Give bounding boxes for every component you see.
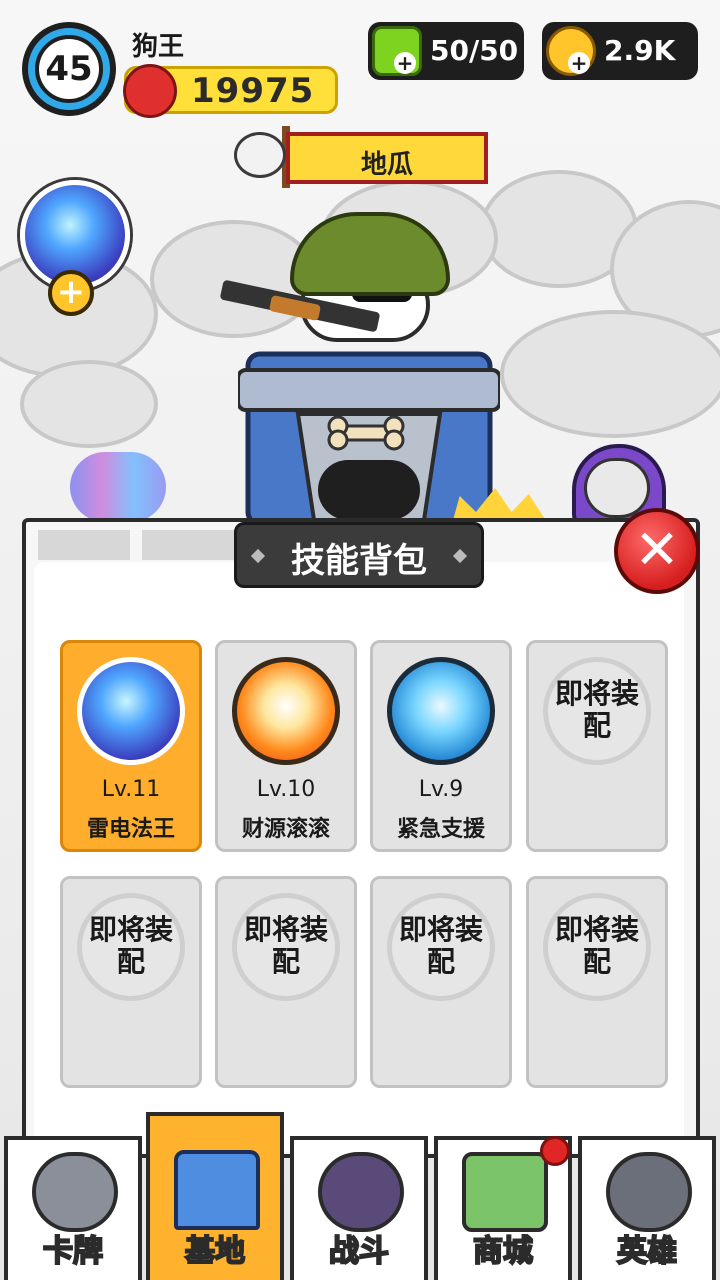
husky-head-icon [234, 132, 286, 178]
panel-title: 技能背包 [291, 541, 427, 581]
empty-slot-label: 即将装配 [554, 913, 639, 978]
add-skill-icon[interactable]: + [48, 270, 94, 316]
close-button[interactable]: ✕ [614, 508, 700, 594]
skill-slot-1[interactable]: Lv.11 雷电法王 [60, 640, 202, 852]
fist-icon [123, 64, 177, 118]
skill-slot-7[interactable]: 即将装配 [370, 876, 512, 1088]
power-bar: 19975 [123, 64, 338, 118]
skill-slot-8[interactable]: 即将装配 [526, 876, 668, 1088]
empty-skill-slot: 即将装配 [387, 893, 495, 1001]
notification-badge [540, 1136, 570, 1166]
enemy-portal[interactable] [70, 452, 166, 522]
empty-slot-label: 即将装配 [243, 913, 328, 978]
husky-support-icon [387, 657, 495, 765]
castle-icon [174, 1150, 260, 1230]
nav-label: 英雄 [616, 1233, 678, 1270]
panel-tab-stub [38, 530, 130, 560]
nav-label: 卡牌 [42, 1233, 104, 1270]
nav-battle[interactable]: 战斗 [290, 1136, 428, 1280]
nav-label: 商城 [472, 1233, 534, 1270]
dog-house-tower[interactable] [238, 340, 500, 520]
bush-bg [20, 360, 158, 448]
empty-slot-label: 即将装配 [88, 913, 173, 978]
skill-slot-2[interactable]: Lv.10 财源滚滚 [215, 640, 357, 852]
skill-slot-4[interactable]: 即将装配 [526, 640, 668, 852]
skill-slot-6[interactable]: 即将装配 [215, 876, 357, 1088]
nav-base[interactable]: 基地 [146, 1112, 284, 1280]
player-level: 45 [39, 39, 99, 99]
skill-slot-3[interactable]: Lv.9 紧急支援 [370, 640, 512, 852]
panel-title-plate: 技能背包 [234, 522, 484, 588]
cash-icon [462, 1152, 548, 1232]
coin-value: 2.9K [604, 34, 676, 67]
husky-head-icon [32, 1152, 118, 1232]
empty-skill-slot: 即将装配 [543, 657, 651, 765]
nav-cards[interactable]: 卡牌 [4, 1136, 142, 1280]
add-coin-icon[interactable]: + [568, 52, 590, 74]
empty-skill-slot: 即将装配 [543, 893, 651, 1001]
panel-tab-stub [142, 530, 234, 560]
tophat-dog-icon [606, 1152, 692, 1232]
power-value: 19975 [191, 71, 315, 111]
paw-icon [318, 1152, 404, 1232]
nav-label: 基地 [184, 1233, 246, 1270]
empty-slot-label: 即将装配 [398, 913, 483, 978]
skill-name: 紧急支援 [396, 817, 485, 842]
stage-title: 地瓜 [360, 150, 413, 180]
nav-label: 战斗 [328, 1233, 390, 1270]
skill-name: 财源滚滚 [241, 817, 330, 842]
tree-bg [500, 310, 720, 438]
lucky-cat-icon [232, 657, 340, 765]
player-level-badge[interactable]: 45 [22, 22, 116, 116]
empty-skill-slot: 即将装配 [77, 893, 185, 1001]
skill-name: 雷电法王 [86, 817, 175, 842]
player-name: 狗王 [132, 32, 185, 62]
skill-level: Lv.10 [256, 777, 316, 802]
empty-slot-label: 即将装配 [554, 677, 639, 742]
close-icon: ✕ [634, 518, 680, 581]
skill-level: Lv.11 [101, 777, 161, 802]
wizard-dog-face [584, 458, 650, 518]
empty-skill-slot: 即将装配 [232, 893, 340, 1001]
energy-counter[interactable]: + 50/50 [368, 22, 524, 80]
skill-slot-5[interactable]: 即将装配 [60, 876, 202, 1088]
coin-counter[interactable]: + 2.9K [542, 22, 698, 80]
energy-value: 50/50 [430, 34, 519, 67]
add-energy-icon[interactable]: + [394, 52, 416, 74]
stage-banner: 地瓜 [286, 132, 488, 184]
skill-level: Lv.9 [418, 777, 464, 802]
lightning-orb-icon [77, 657, 185, 765]
nav-heroes[interactable]: 英雄 [578, 1136, 716, 1280]
